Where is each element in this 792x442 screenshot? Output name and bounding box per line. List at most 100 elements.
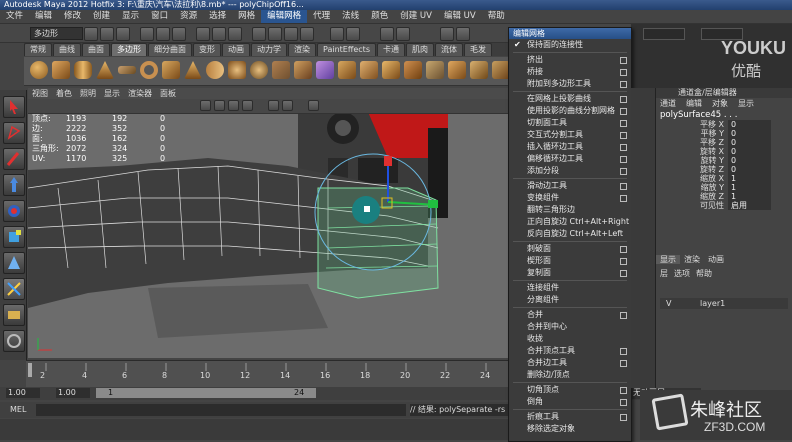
layout-icon[interactable] bbox=[396, 27, 410, 41]
cb-attr-row[interactable]: 平移 Y 0 bbox=[656, 129, 792, 138]
layer-row[interactable]: V layer1 bbox=[660, 298, 788, 309]
option-box-icon[interactable] bbox=[620, 270, 627, 277]
poly-torus-icon[interactable] bbox=[140, 61, 158, 79]
smooth-icon[interactable] bbox=[316, 61, 334, 79]
poly-cube-icon[interactable] bbox=[52, 61, 70, 79]
cb-attr-row[interactable]: 平移 X 0 bbox=[656, 120, 792, 129]
split-polygon-icon[interactable] bbox=[426, 61, 444, 79]
option-box-icon[interactable] bbox=[620, 258, 627, 265]
menu-color[interactable]: 颜色 bbox=[365, 10, 394, 23]
edit-mesh-menu-item[interactable]: 刺破面 bbox=[509, 243, 631, 255]
move-tool-icon[interactable] bbox=[3, 174, 25, 196]
menu-file[interactable]: 文件 bbox=[0, 10, 29, 23]
poly-prism-icon[interactable] bbox=[162, 61, 180, 79]
layer-menu-help[interactable]: 帮助 bbox=[696, 269, 712, 278]
option-box-icon[interactable] bbox=[620, 414, 627, 421]
universal-manipulator-icon[interactable] bbox=[3, 252, 25, 274]
viewport-menu-renderer[interactable]: 渲染器 bbox=[124, 88, 156, 99]
cb-attr-value[interactable]: 启用 bbox=[728, 201, 771, 210]
merge-vertex-icon[interactable] bbox=[470, 61, 488, 79]
layer-visibility-toggle[interactable]: V bbox=[660, 299, 671, 308]
option-box-icon[interactable] bbox=[620, 69, 627, 76]
option-box-icon[interactable] bbox=[620, 132, 627, 139]
viewport-menu-show[interactable]: 显示 bbox=[100, 88, 124, 99]
edit-mesh-menu-item[interactable]: 正向自旋边 Ctrl+Alt+Right bbox=[509, 216, 631, 228]
shelf-tab-general[interactable]: 常规 bbox=[24, 43, 52, 56]
layer-menu-layers[interactable]: 层 bbox=[660, 269, 668, 278]
bridge-icon[interactable] bbox=[360, 61, 378, 79]
option-box-icon[interactable] bbox=[620, 246, 627, 253]
insert-edge-loop-icon[interactable] bbox=[448, 61, 466, 79]
show-manipulator-icon[interactable] bbox=[3, 304, 25, 326]
shelf-tab-animation[interactable]: 动画 bbox=[222, 43, 250, 56]
coord-x-field[interactable] bbox=[643, 28, 685, 40]
option-box-icon[interactable] bbox=[620, 120, 627, 127]
last-tool-icon[interactable] bbox=[3, 330, 25, 352]
edit-mesh-menu-item[interactable]: 添加分段 bbox=[509, 165, 631, 177]
edit-mesh-menu-item[interactable]: 在网格上投影曲线 bbox=[509, 93, 631, 105]
bevel-icon[interactable] bbox=[404, 61, 422, 79]
option-box-icon[interactable] bbox=[620, 81, 627, 88]
rotate-tool-icon[interactable] bbox=[3, 200, 25, 222]
edit-mesh-menu-item[interactable]: 楔形面 bbox=[509, 255, 631, 267]
camera-icon[interactable] bbox=[308, 100, 319, 111]
cb-attr-row[interactable]: 缩放 Y 1 bbox=[656, 183, 792, 192]
field-icon[interactable] bbox=[330, 27, 344, 41]
edit-mesh-menu-item[interactable]: 插入循环边工具 bbox=[509, 141, 631, 153]
viewport-menu-shading[interactable]: 着色 bbox=[52, 88, 76, 99]
shelf-tab-deformation[interactable]: 变形 bbox=[193, 43, 221, 56]
soft-mod-icon[interactable] bbox=[3, 278, 25, 300]
poly-cylinder-icon[interactable] bbox=[74, 61, 92, 79]
option-box-icon[interactable] bbox=[620, 195, 627, 202]
wireframe-icon[interactable] bbox=[200, 100, 211, 111]
lasso-tool-icon[interactable] bbox=[3, 122, 25, 144]
cb-attr-row[interactable]: 旋转 Y 0 bbox=[656, 156, 792, 165]
edit-mesh-menu-item[interactable]: 移除选定对象 bbox=[509, 423, 631, 435]
lights-icon[interactable] bbox=[242, 100, 253, 111]
cb-menu-show[interactable]: 显示 bbox=[738, 99, 754, 108]
cb-attr-value[interactable]: 0 bbox=[728, 129, 771, 138]
poly-pyramid-icon[interactable] bbox=[184, 61, 202, 79]
menu-edit-mesh[interactable]: 编辑网格 bbox=[261, 10, 308, 23]
menu-set-dropdown[interactable]: 多边形 bbox=[30, 27, 83, 40]
option-box-icon[interactable] bbox=[620, 348, 627, 355]
shelf-tab-subdiv[interactable]: 细分曲面 bbox=[148, 43, 192, 56]
select-hierarchy-icon[interactable] bbox=[140, 27, 154, 41]
option-box-icon[interactable] bbox=[620, 168, 627, 175]
poly-pipe-icon[interactable] bbox=[206, 61, 224, 79]
edit-mesh-menu-item[interactable]: 附加到多边形工具 bbox=[509, 78, 631, 90]
menu-edit[interactable]: 编辑 bbox=[29, 10, 58, 23]
cb-attr-row[interactable]: 旋转 X 0 bbox=[656, 147, 792, 156]
menu-create-uv[interactable]: 创建 UV bbox=[394, 10, 438, 23]
isolate-icon[interactable] bbox=[268, 100, 279, 111]
cb-attr-value[interactable]: 0 bbox=[728, 165, 771, 174]
menu-assets[interactable]: 资源 bbox=[174, 10, 203, 23]
edit-mesh-menu-item[interactable]: 倒角 bbox=[509, 396, 631, 408]
edit-mesh-menu-item[interactable]: 使用投影的曲线分割网格 bbox=[509, 105, 631, 117]
tool-settings-icon[interactable] bbox=[456, 27, 470, 41]
edit-mesh-menu-item[interactable]: 反向自旋边 Ctrl+Alt+Left bbox=[509, 228, 631, 240]
option-box-icon[interactable] bbox=[620, 312, 627, 319]
edit-mesh-menu-item[interactable]: 桥接 bbox=[509, 66, 631, 78]
cb-menu-edit[interactable]: 编辑 bbox=[686, 99, 702, 108]
extrude-icon[interactable] bbox=[338, 61, 356, 79]
edit-mesh-menu-item[interactable]: 分离组件 bbox=[509, 294, 631, 306]
poly-soccer-icon[interactable] bbox=[250, 61, 268, 79]
edit-mesh-menu-item[interactable]: 交互式分割工具 bbox=[509, 129, 631, 141]
select-tool-icon[interactable] bbox=[3, 96, 25, 118]
viewport-menu-lighting[interactable]: 照明 bbox=[76, 88, 100, 99]
cb-attr-row[interactable]: 旋转 Z 0 bbox=[656, 165, 792, 174]
edit-mesh-menu-item[interactable]: ✔ 保持面的连接性 bbox=[509, 39, 631, 51]
option-box-icon[interactable] bbox=[620, 96, 627, 103]
cb-attr-value[interactable]: 0 bbox=[728, 138, 771, 147]
render-icon[interactable] bbox=[268, 27, 282, 41]
cb-attr-value[interactable]: 0 bbox=[728, 147, 771, 156]
edit-mesh-menu-item[interactable]: 收拢 bbox=[509, 333, 631, 345]
shelf-tab-curves[interactable]: 曲线 bbox=[53, 43, 81, 56]
history-icon[interactable] bbox=[252, 27, 266, 41]
option-box-icon[interactable] bbox=[620, 360, 627, 367]
range-bar[interactable] bbox=[96, 388, 316, 398]
poly-helix-icon[interactable] bbox=[228, 61, 246, 79]
shelf-tab-dynamics[interactable]: 动力学 bbox=[251, 43, 287, 56]
edit-mesh-menu-item[interactable]: 复制面 bbox=[509, 267, 631, 279]
